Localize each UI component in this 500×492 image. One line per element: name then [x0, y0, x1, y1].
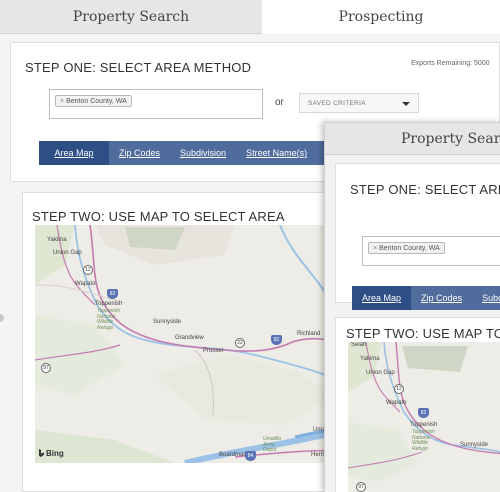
front-tab-property-search[interactable]: Property Search	[325, 123, 500, 155]
area-chip-label: Benton County, WA	[66, 97, 127, 105]
front-place-wapato: Wapato	[386, 400, 407, 406]
place-sunnyside: Sunnyside	[153, 319, 182, 325]
bing-logo: Bing	[39, 449, 64, 458]
front-area-chip[interactable]: × Benton County, WA	[368, 242, 445, 254]
saved-criteria-select[interactable]: SAVED CRITERIA	[299, 93, 419, 113]
area-chip[interactable]: × Benton County, WA	[55, 95, 132, 107]
route-12-shield: 12	[83, 265, 93, 275]
route-82-shield: 82	[107, 289, 118, 299]
step-one-title: STEP ONE: SELECT AREA METHOD	[25, 60, 252, 75]
tab-bar: Property Search Prospecting	[0, 0, 500, 34]
front-route-97-shield: 97	[356, 482, 366, 492]
front-place-yakima: Yakima	[360, 356, 380, 362]
front-place-toppenish-refuge: Toppenish National Wildlife Refuge	[412, 429, 435, 452]
front-window: Property Search STEP ONE: SELECT AREA ME…	[324, 122, 500, 492]
front-area-input[interactable]: × Benton County, WA	[362, 236, 500, 266]
route-82b-shield: 82	[271, 335, 282, 345]
front-method-zip-codes[interactable]: Zip Codes	[411, 286, 472, 310]
remove-chip-icon[interactable]: ×	[60, 98, 64, 105]
method-subdivision[interactable]: Subdivision	[170, 141, 236, 165]
front-place-selah: Selah	[351, 342, 367, 348]
place-umatilla-depot: Umatilla Army Depot	[263, 436, 282, 453]
front-step-two-title: STEP TWO: USE MAP TO SELECT AREA	[346, 326, 500, 341]
front-step-one-card: STEP ONE: SELECT AREA METHOD × Benton Co…	[335, 163, 500, 310]
place-wapato: Wapato	[75, 281, 96, 287]
route-97-shield: 97	[41, 363, 51, 373]
place-yakima: Yakima	[47, 237, 67, 243]
method-street-names[interactable]: Street Name(s)	[236, 141, 317, 165]
place-toppenish-refuge: Toppenish National Wildlife Refuge	[97, 308, 120, 331]
front-area-map[interactable]: Selah Yakima Union Gap 12 Wapato 82 Topp…	[348, 342, 500, 492]
chevron-down-icon	[402, 102, 410, 106]
place-toppenish: Toppenish	[95, 301, 123, 307]
saved-criteria-label: SAVED CRITERIA	[308, 99, 366, 107]
place-prosser: Prosser	[203, 348, 224, 354]
or-label: or	[275, 97, 284, 108]
bing-icon	[39, 449, 44, 457]
front-remove-chip-icon[interactable]: ×	[373, 245, 377, 252]
step-two-title: STEP TWO: USE MAP TO SELECT AREA	[32, 209, 285, 224]
place-union-gap: Union Gap	[53, 250, 82, 256]
front-method-area-map[interactable]: Area Map	[352, 286, 412, 310]
front-route-12-shield: 12	[394, 384, 404, 394]
route-22-shield: 22	[235, 338, 245, 348]
front-step-one-title: STEP ONE: SELECT AREA METHOD	[350, 182, 500, 197]
front-route-82-shield: 82	[418, 408, 429, 418]
screen: Property Search Prospecting STEP ONE: SE…	[0, 0, 500, 492]
tab-prospecting[interactable]: Prospecting	[262, 0, 500, 34]
place-richland: Richland	[297, 331, 321, 337]
front-tab-bar: Property Search	[325, 123, 500, 155]
place-selah: Selah	[39, 225, 54, 227]
method-area-map[interactable]: Area Map	[39, 141, 109, 165]
front-area-method-bar: Area Map Zip Codes Subdivision	[352, 286, 500, 310]
front-method-subdivision[interactable]: Subdivision	[472, 286, 500, 310]
method-zip-codes[interactable]: Zip Codes	[109, 141, 170, 165]
front-place-sunnyside: Sunnyside	[460, 442, 489, 448]
scroll-nub	[0, 314, 4, 322]
place-boardman: Boardman	[219, 452, 247, 458]
place-grandview: Grandview	[175, 335, 204, 341]
exports-remaining: Exports Remaining: 5000	[411, 60, 490, 67]
route-84-shield: 84	[245, 451, 256, 461]
area-input[interactable]: × Benton County, WA	[49, 89, 263, 119]
front-place-union-gap: Union Gap	[366, 370, 395, 376]
front-area-chip-label: Benton County, WA	[379, 244, 440, 252]
tab-property-search[interactable]: Property Search	[0, 0, 262, 34]
bing-label: Bing	[46, 449, 64, 458]
front-step-two-card: STEP TWO: USE MAP TO SELECT AREA Selah Y…	[335, 317, 500, 492]
front-place-toppenish: Toppenish	[410, 422, 438, 428]
